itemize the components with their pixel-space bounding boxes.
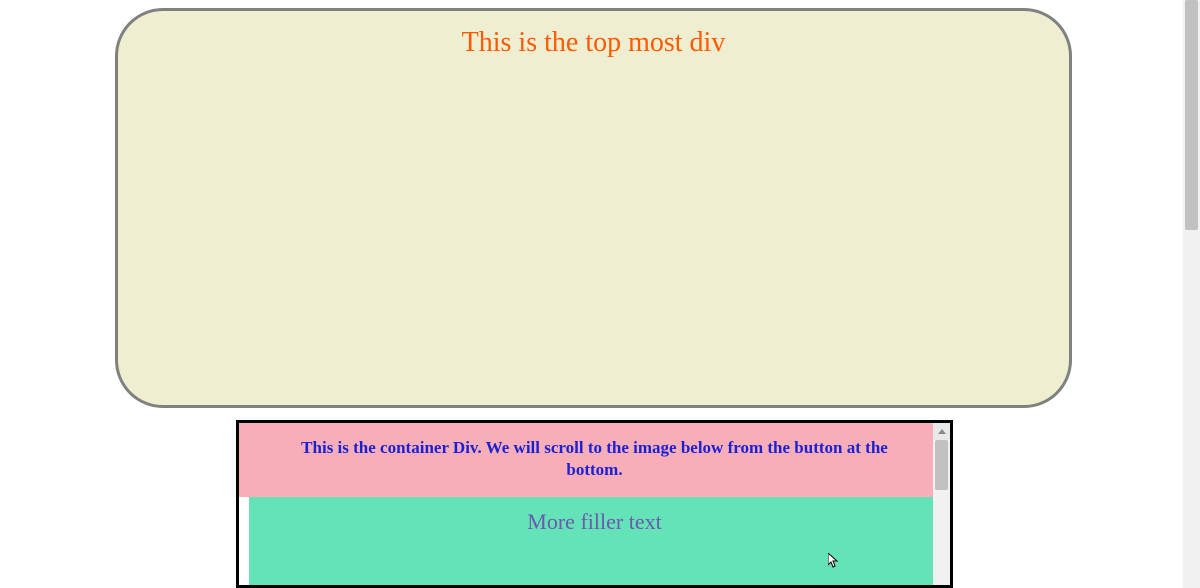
container-inner: This is the container Div. We will scrol… bbox=[239, 423, 950, 585]
filler-text: More filler text bbox=[269, 509, 920, 535]
container-header-section: This is the container Div. We will scrol… bbox=[239, 423, 950, 497]
filler-section: More filler text bbox=[249, 497, 940, 588]
container-div: This is the container Div. We will scrol… bbox=[236, 420, 953, 588]
top-most-div: This is the top most div bbox=[115, 8, 1072, 408]
container-scrollbar[interactable] bbox=[933, 423, 950, 585]
top-div-title: This is the top most div bbox=[118, 27, 1069, 59]
container-header-text: This is the container Div. We will scrol… bbox=[279, 437, 910, 481]
page-scrollbar[interactable] bbox=[1183, 0, 1200, 588]
scrollbar-up-arrow-icon[interactable] bbox=[933, 423, 950, 440]
page-scrollbar-thumb[interactable] bbox=[1185, 0, 1198, 230]
container-scrollbar-thumb[interactable] bbox=[935, 440, 948, 490]
